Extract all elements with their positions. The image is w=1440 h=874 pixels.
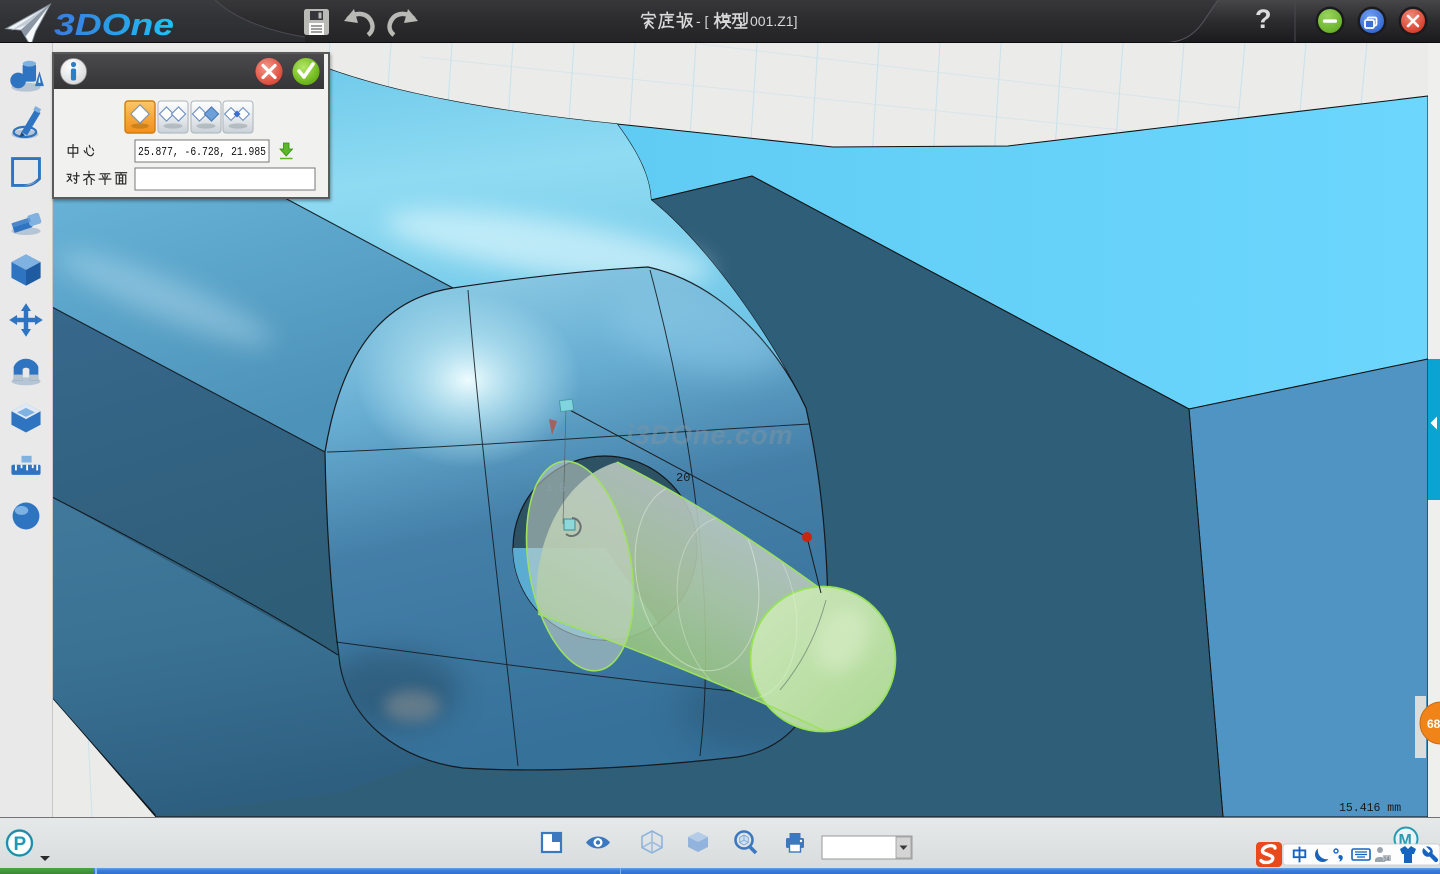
svg-text:68: 68 — [1427, 717, 1440, 731]
svg-text:25.877, -6.728, 21.985: 25.877, -6.728, 21.985 — [138, 145, 266, 159]
svg-text:15.416 mm: 15.416 mm — [1339, 802, 1401, 815]
svg-text:3DOne: 3DOne — [54, 7, 174, 42]
svg-text:20: 20 — [676, 471, 690, 485]
svg-text:P: P — [14, 834, 27, 855]
svg-text:001.Z1]: 001.Z1] — [750, 13, 797, 29]
svg-text:14: 14 — [1384, 857, 1390, 863]
svg-text:1.5: 1.5 — [546, 483, 566, 495]
svg-text:- [: - [ — [696, 13, 709, 29]
svg-text:i3DOne.com: i3DOne.com — [626, 420, 794, 450]
